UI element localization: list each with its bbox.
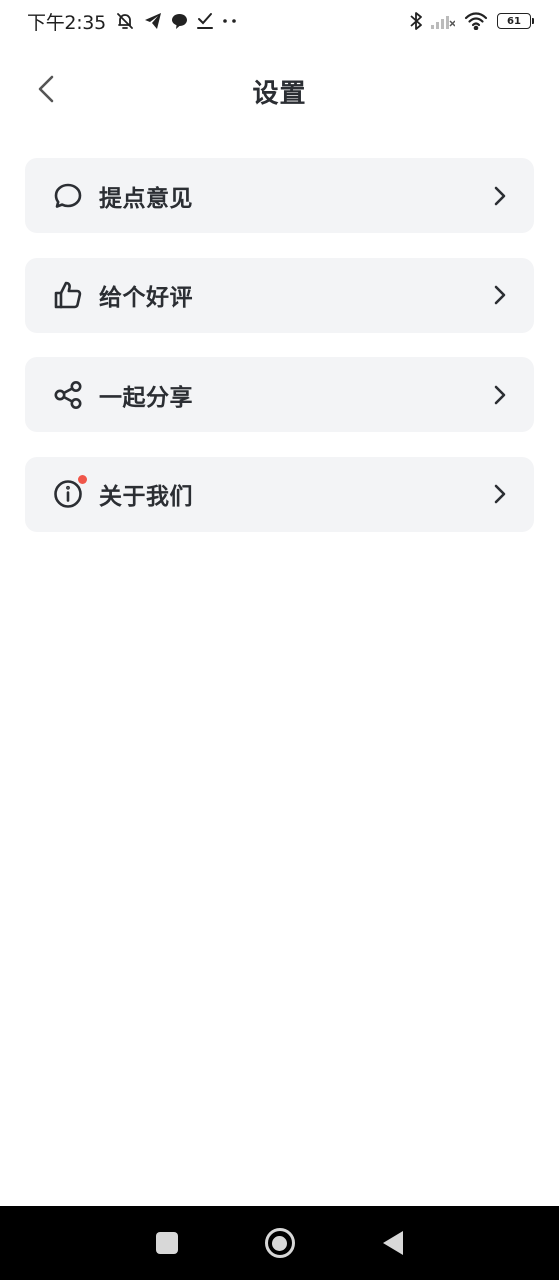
signal-icon [431,13,455,29]
status-left: 下午2:35 [27,8,238,35]
page-title: 设置 [252,78,307,109]
info-icon [53,475,87,509]
status-time: 下午2:35 [27,11,106,34]
wifi-icon [464,12,488,30]
chevron-right-icon [492,185,508,207]
menu-item-rate[interactable]: 给个好评 [25,257,534,333]
status-right: 61 [410,11,534,31]
chat-bubble-icon [171,13,188,30]
battery-level: 61 [507,15,521,27]
menu-item-share[interactable]: 一起分享 [25,357,534,432]
chevron-right-icon [492,483,508,505]
back-button[interactable] [24,71,68,111]
status-bar: 下午2:35 61 [0,0,559,42]
header: 设置 [0,60,559,122]
system-navigation-bar [0,1206,559,1280]
notification-dot [78,475,87,484]
menu-item-label: 一起分享 [99,384,193,411]
thumbs-up-icon [53,280,83,310]
settings-menu: 提点意见 给个好评 一起分享 关于我们 [25,158,534,556]
muted-bell-icon [115,11,135,31]
telegram-icon [144,12,162,30]
battery-icon: 61 [497,13,534,29]
menu-item-label: 关于我们 [99,484,193,510]
menu-item-feedback[interactable]: 提点意见 [25,158,534,233]
more-dots-icon [222,18,238,24]
chat-bubble-icon [53,181,83,211]
menu-item-label: 给个好评 [99,285,193,311]
chevron-right-icon [492,284,508,306]
recent-apps-button[interactable] [147,1223,187,1263]
chevron-right-icon [492,384,508,406]
settings-screen: 下午2:35 61 设置 提点意见 给个好评 一起分享 关于我们 [0,0,559,1280]
square-icon [155,1232,178,1254]
bluetooth-icon [410,11,422,31]
share-icon [53,380,83,410]
home-button[interactable] [260,1223,300,1263]
menu-item-label: 提点意见 [99,185,193,212]
menu-item-about[interactable]: 关于我们 [25,456,534,532]
home-circle-icon [264,1228,295,1258]
chevron-left-icon [37,75,55,107]
triangle-back-icon [382,1231,403,1255]
system-back-button[interactable] [373,1223,413,1263]
download-check-icon [196,12,213,30]
